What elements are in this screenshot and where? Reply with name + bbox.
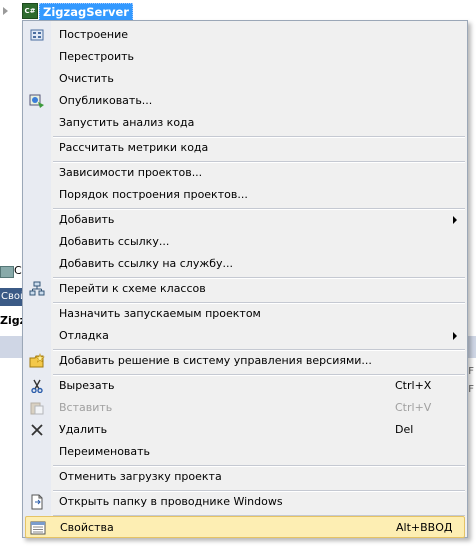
menu-item-unload-project[interactable]: Отменить загрузку проекта [25,466,465,488]
submenu-arrow-icon [453,332,457,340]
project-context-menu: Построение Перестроить Очистить Опублико… [22,20,468,538]
menu-item-label: Построение [59,28,129,41]
menu-item-add-service-reference[interactable]: Добавить ссылку на службу... [25,253,465,275]
menu-item-build-order[interactable]: Порядок построения проектов... [25,184,465,206]
menu-item-label: Зависимости проектов... [59,166,203,179]
menu-item-label: Переименовать [59,445,151,458]
menu-item-label: Добавить решение в систему управления ве… [59,354,372,367]
csharp-project-icon: C# [22,3,38,19]
menu-item-rebuild[interactable]: Перестроить [25,46,465,68]
menu-item-add[interactable]: Добавить [25,209,465,231]
menu-item-project-dependencies[interactable]: Зависимости проектов... [25,162,465,184]
menu-item-publish[interactable]: Опубликовать... [25,90,465,112]
background-row-text: C [14,264,22,277]
menu-item-run-code-analysis[interactable]: Запустить анализ кода [25,112,465,134]
menu-item-add-reference[interactable]: Добавить ссылку... [25,231,465,253]
menu-item-label: Запустить анализ кода [59,116,195,129]
menu-item-set-startup-project[interactable]: Назначить запускаемым проектом [25,303,465,325]
properties-icon [30,520,46,536]
menu-item-label: Порядок построения проектов... [59,188,248,201]
menu-item-label: Отменить загрузку проекта [59,470,222,483]
menu-item-label: Рассчитать метрики кода [59,141,209,154]
menu-item-label: Опубликовать... [59,94,153,107]
menu-item-label: Свойства [60,521,114,534]
publish-icon [29,93,45,109]
menu-item-label: Назначить запускаемым проектом [59,307,261,320]
menu-item-cut[interactable]: Вырезать Ctrl+X [25,375,465,397]
shortcut-label: Del [395,423,414,436]
menu-item-label: Удалить [59,423,108,436]
shortcut-label: Ctrl+X [395,379,432,392]
menu-item-add-to-source-control[interactable]: Добавить решение в систему управления ве… [25,350,465,372]
menu-item-label: Вырезать [59,379,115,392]
class-diagram-icon [29,281,45,297]
menu-item-debug[interactable]: Отладка [25,325,465,347]
menu-item-label: Отладка [59,329,109,342]
menu-item-rename[interactable]: Переименовать [25,441,465,463]
menu-item-paste[interactable]: Вставить Ctrl+V [25,397,465,419]
menu-item-label: Добавить ссылку на службу... [59,257,234,270]
submenu-arrow-icon [453,216,457,224]
menu-item-label: Добавить [59,213,115,226]
scissors-icon [29,378,45,394]
menu-item-clean[interactable]: Очистить [25,68,465,90]
background-row-icon [0,266,14,278]
menu-item-delete[interactable]: Удалить Del [25,419,465,441]
menu-item-label: Перейти к схеме классов [59,282,206,295]
paste-icon [29,400,45,416]
menu-item-label: Перестроить [59,50,134,63]
right-panel-text-2: F [468,384,474,395]
right-panel-text-1: F [468,366,474,377]
menu-item-label: Вставить [59,401,113,414]
menu-item-label: Открыть папку в проводнике Windows [59,495,283,508]
menu-item-view-class-diagram[interactable]: Перейти к схеме классов [25,278,465,300]
delete-icon [29,422,45,438]
build-icon [29,27,45,43]
folder-open-icon [29,494,45,510]
menu-item-build[interactable]: Построение [25,24,465,46]
shortcut-label: Ctrl+V [395,401,432,414]
project-name-label[interactable]: ZigzagServer [39,3,133,21]
source-control-icon [29,353,45,369]
menu-item-properties[interactable]: Свойства Alt+ВВОД [25,516,465,538]
background-row-partial: C [0,262,22,280]
solution-tree-node[interactable]: C# ZigzagServer [0,0,180,22]
menu-item-label: Очистить [59,72,114,85]
expand-arrow-icon[interactable] [3,7,8,15]
menu-item-calculate-metrics[interactable]: Рассчитать метрики кода [25,137,465,159]
menu-item-open-folder-in-explorer[interactable]: Открыть папку в проводнике Windows [25,491,465,513]
shortcut-label: Alt+ВВОД [396,521,453,534]
menu-item-label: Добавить ссылку... [59,235,170,248]
